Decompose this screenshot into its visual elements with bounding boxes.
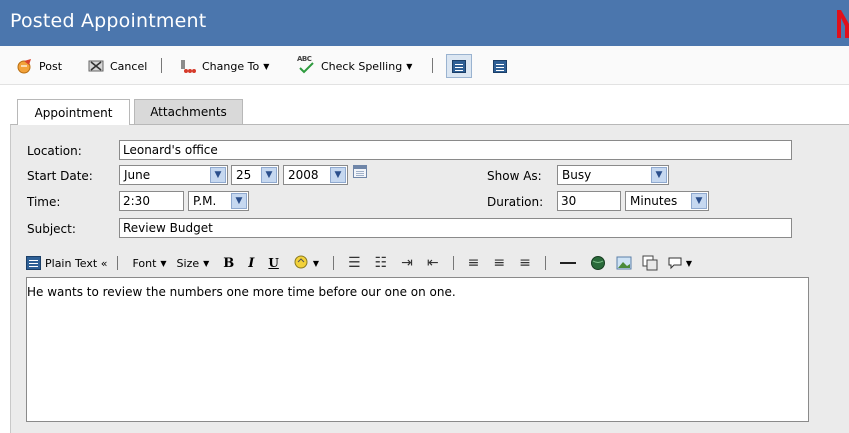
insert-object-icon[interactable] — [642, 255, 658, 271]
chevron-down-icon: ▼ — [231, 193, 247, 209]
show-as-value: Busy — [562, 168, 592, 182]
detailed-view-icon — [452, 59, 466, 73]
horizontal-rule-icon[interactable] — [559, 262, 576, 264]
align-left-icon[interactable]: ≡ — [468, 255, 480, 271]
chevron-down-icon: ▼ — [312, 258, 320, 268]
spell-check-icon: ABC — [297, 55, 315, 74]
size-dropdown[interactable]: Size ▼ — [177, 257, 210, 270]
ampm-select[interactable]: P.M. ▼ — [188, 191, 249, 211]
post-icon — [17, 59, 31, 74]
link-icon[interactable] — [590, 255, 606, 271]
comment-icon — [668, 257, 682, 270]
view-detailed-button[interactable] — [446, 54, 472, 78]
window-title: Posted Appointment — [10, 10, 207, 32]
chevron-down-icon: ▼ — [691, 193, 707, 209]
bold-button[interactable]: B — [223, 256, 234, 271]
chevron-down-icon: ▼ — [406, 61, 413, 71]
message-body-text: He wants to review the numbers one more … — [27, 285, 456, 299]
image-icon[interactable] — [616, 255, 632, 271]
editor-toolbar: Plain Text « Font ▼ Size ▼ B I U ▼ ☰ ☷ ⇥… — [26, 252, 692, 274]
cancel-icon — [88, 60, 104, 72]
title-bar: Posted Appointment — [0, 0, 849, 46]
font-label: Font — [132, 256, 157, 270]
tab-appointment-label: Appointment — [34, 105, 113, 120]
subject-field[interactable]: Review Budget — [119, 218, 792, 238]
duration-label: Duration: — [487, 195, 544, 209]
duration-unit-select[interactable]: Minutes ▼ — [625, 191, 709, 211]
cancel-label: Cancel — [110, 59, 148, 73]
plain-text-icon — [26, 256, 41, 270]
chevron-down-icon: ▼ — [261, 167, 277, 183]
chevron-down-icon: ▼ — [263, 61, 270, 71]
chevron-down-icon: ▼ — [203, 258, 210, 268]
tab-appointment[interactable]: Appointment — [17, 99, 130, 125]
toolbar: Post Cancel Change To ▼ ABC Check Spelli… — [0, 46, 849, 85]
logo-icon — [837, 10, 849, 38]
tab-attachments-label: Attachments — [150, 105, 227, 119]
simple-view-icon — [493, 59, 507, 73]
show-as-label: Show As: — [487, 169, 542, 183]
toolbar-divider — [161, 58, 162, 73]
start-month-select[interactable]: June ▼ — [119, 165, 228, 185]
start-month-value: June — [124, 168, 151, 182]
start-year-select[interactable]: 2008 ▼ — [283, 165, 348, 185]
calendar-icon[interactable] — [353, 165, 367, 178]
indent-icon[interactable]: ⇥ — [401, 255, 413, 271]
toolbar-divider — [333, 256, 335, 270]
outdent-icon[interactable]: ⇤ — [427, 255, 439, 271]
location-field[interactable]: Leonard's office — [119, 140, 792, 160]
time-field[interactable]: 2:30 — [119, 191, 184, 211]
location-label: Location: — [27, 144, 82, 158]
start-day-select[interactable]: 25 ▼ — [231, 165, 279, 185]
start-day-value: 25 — [236, 168, 252, 182]
show-as-select[interactable]: Busy ▼ — [557, 165, 669, 185]
post-label: Post — [39, 59, 63, 73]
time-label: Time: — [27, 195, 61, 209]
subject-label: Subject: — [27, 222, 76, 236]
highlighter-icon — [294, 255, 308, 269]
plain-text-label: Plain Text « — [45, 256, 108, 270]
check-spelling-label: Check Spelling — [321, 59, 403, 73]
message-body-editor[interactable]: He wants to review the numbers one more … — [26, 277, 809, 422]
toolbar-divider — [117, 256, 119, 270]
highlight-color-button[interactable]: ▼ — [293, 255, 319, 271]
plain-text-toggle[interactable]: Plain Text « — [26, 256, 107, 270]
view-simple-button[interactable] — [487, 54, 513, 78]
change-to-label: Change To — [202, 59, 260, 73]
cancel-button[interactable]: Cancel — [88, 57, 147, 75]
chevron-down-icon: ▼ — [160, 258, 167, 268]
font-dropdown[interactable]: Font ▼ — [132, 257, 166, 270]
toolbar-divider — [452, 256, 454, 270]
tab-attachments[interactable]: Attachments — [134, 99, 243, 124]
start-year-value: 2008 — [288, 168, 319, 182]
underline-button[interactable]: U — [268, 256, 278, 270]
toolbar-divider — [544, 256, 546, 270]
check-spelling-button[interactable]: ABC Check Spelling ▼ — [297, 55, 413, 75]
ampm-value: P.M. — [193, 194, 217, 208]
duration-unit-value: Minutes — [630, 194, 678, 208]
chevron-down-icon: ▼ — [651, 167, 667, 183]
italic-button[interactable]: I — [248, 256, 254, 271]
size-label: Size — [176, 256, 200, 270]
duration-field[interactable]: 30 — [557, 191, 621, 211]
change-to-button[interactable]: Change To ▼ — [180, 57, 269, 75]
chevron-down-icon: ▼ — [685, 258, 692, 268]
start-date-label: Start Date: — [27, 169, 93, 183]
toolbar-divider — [432, 58, 433, 73]
post-button[interactable]: Post — [17, 57, 62, 75]
align-right-icon[interactable]: ≡ — [519, 255, 531, 271]
chevron-down-icon: ▼ — [330, 167, 346, 183]
more-options-button[interactable]: ▼ — [668, 256, 692, 270]
chevron-down-icon: ▼ — [210, 167, 226, 183]
numbered-list-icon[interactable]: ☰ — [348, 255, 361, 271]
bullet-list-icon[interactable]: ☷ — [375, 255, 388, 271]
align-center-icon[interactable]: ≡ — [493, 255, 505, 271]
change-to-icon — [181, 60, 196, 73]
